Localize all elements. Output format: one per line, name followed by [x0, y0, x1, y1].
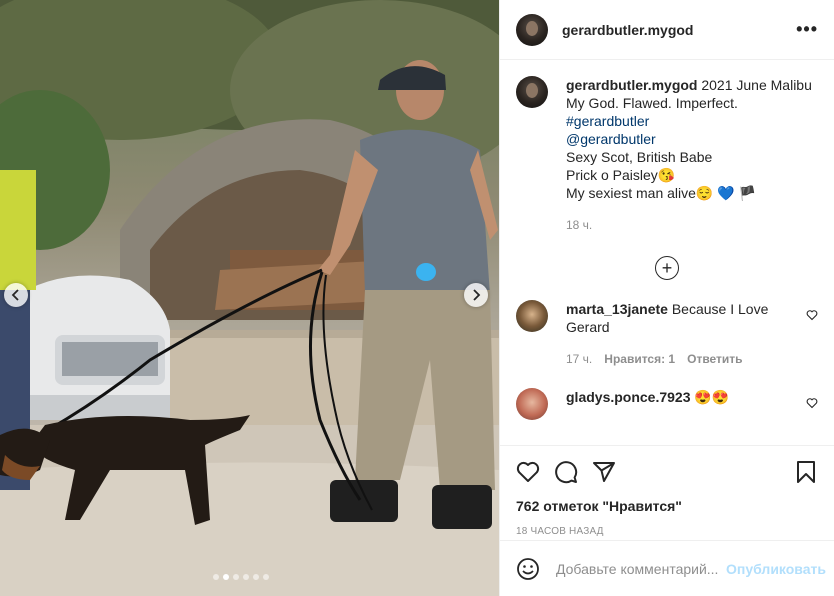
comment-item: marta_13janete Because I Love Gerard 17 …: [516, 300, 818, 368]
post-actions: 762 отметок "Нравится" 18 часов назад: [500, 445, 834, 537]
carousel-prev-button[interactable]: [4, 283, 28, 307]
comment-body: marta_13janete Because I Love Gerard 17 …: [566, 300, 776, 368]
commenter-username[interactable]: marta_13janete: [566, 301, 668, 317]
author-avatar[interactable]: [516, 13, 548, 46]
caption-age: 18 ч.: [566, 218, 593, 232]
carousel-dot: [243, 574, 249, 580]
comment-meta: 17 ч. Нравится: 1 Ответить: [566, 350, 776, 368]
plus-circle-icon[interactable]: +: [655, 256, 679, 280]
carousel-dot: [263, 574, 269, 580]
commenter-avatar[interactable]: [516, 300, 548, 332]
caption-line: My sexiest man alive😌 💙 🏴: [566, 185, 757, 201]
comment-age: 17 ч.: [566, 352, 593, 366]
caption-author-avatar[interactable]: [516, 76, 548, 108]
caption-username[interactable]: gerardbutler.mygod: [566, 77, 697, 93]
post-sidebar: gerardbutler.mygod ••• gerardbutler.mygo…: [499, 0, 834, 596]
caption-text: gerardbutler.mygod 2021 June Malibu My G…: [566, 76, 812, 234]
chevron-right-icon: [473, 289, 481, 301]
comment-icon[interactable]: [554, 460, 578, 484]
caption-first-line: 2021 June Malibu: [701, 77, 812, 93]
author-username[interactable]: gerardbutler.mygod: [562, 22, 693, 38]
bookmark-icon[interactable]: [794, 460, 818, 484]
hashtag-link[interactable]: #gerardbutler: [566, 112, 812, 130]
post-caption: gerardbutler.mygod 2021 June Malibu My G…: [516, 76, 818, 234]
caption-line: Sexy Scot, British Babe: [566, 149, 713, 165]
load-more-comments[interactable]: +: [516, 256, 818, 280]
share-icon[interactable]: [592, 460, 616, 484]
comments-list[interactable]: gerardbutler.mygod 2021 June Malibu My G…: [500, 60, 834, 445]
carousel-dot: [253, 574, 259, 580]
post-header: gerardbutler.mygod •••: [500, 0, 834, 60]
heart-outline-icon[interactable]: [806, 308, 818, 326]
instagram-post-dialog: gerardbutler.mygod ••• gerardbutler.mygo…: [0, 0, 834, 596]
carousel-next-button[interactable]: [464, 283, 488, 307]
carousel-dot: [233, 574, 239, 580]
post-comment-button[interactable]: Опубликовать: [726, 561, 826, 577]
ellipsis-icon[interactable]: •••: [796, 19, 818, 40]
comment-item: gladys.ponce.7923 😍😍: [516, 388, 818, 420]
post-timestamp[interactable]: 18 часов назад: [516, 526, 818, 537]
commenter-username[interactable]: gladys.ponce.7923: [566, 389, 691, 405]
carousel-dot: [213, 574, 219, 580]
comment-body: gladys.ponce.7923 😍😍: [566, 388, 776, 420]
carousel-dot: [223, 574, 229, 580]
commenter-avatar[interactable]: [516, 388, 548, 420]
mention-link[interactable]: @gerardbutler: [566, 130, 812, 148]
action-icons: [516, 456, 818, 488]
reply-button[interactable]: Ответить: [687, 350, 742, 368]
likes-count[interactable]: 762 отметок "Нравится": [516, 498, 818, 514]
comment-input[interactable]: [556, 560, 726, 577]
photo-illustration: [0, 0, 499, 596]
carousel-indicator: [213, 574, 269, 580]
heart-icon[interactable]: [516, 460, 540, 484]
heart-outline-icon[interactable]: [806, 396, 818, 414]
post-photo[interactable]: [0, 0, 499, 596]
comment-likes-link[interactable]: Нравится: 1: [604, 350, 675, 368]
chevron-left-icon: [11, 289, 19, 301]
add-comment-bar: Опубликовать: [500, 540, 834, 596]
caption-line: My God. Flawed. Imperfect.: [566, 95, 738, 111]
comment-text: 😍😍: [694, 389, 730, 405]
emoji-icon[interactable]: [516, 557, 540, 581]
caption-line: Prick o Paisley😘: [566, 167, 676, 183]
